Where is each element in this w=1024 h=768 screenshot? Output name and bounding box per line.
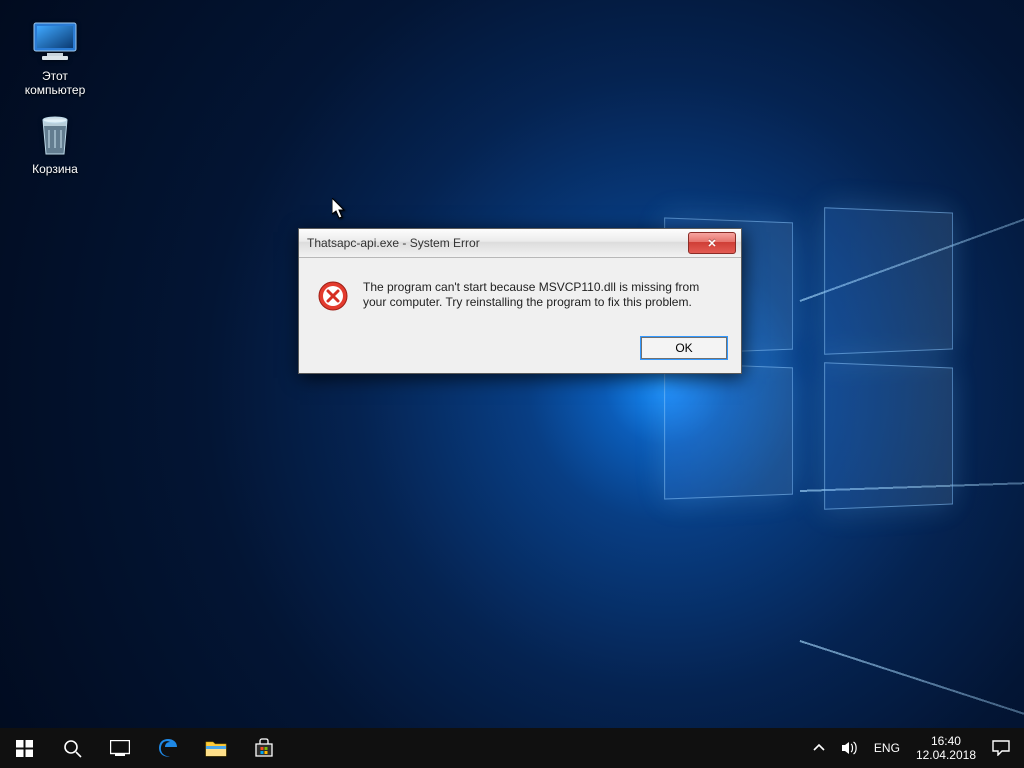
error-dialog: Thatsapc-api.exe - System Error ✕ The pr… — [298, 228, 742, 374]
mouse-cursor-icon — [332, 198, 348, 225]
chevron-up-icon — [813, 742, 825, 754]
speaker-icon — [841, 740, 858, 756]
dialog-title: Thatsapc-api.exe - System Error — [307, 236, 480, 250]
clock-date: 12.04.2018 — [916, 748, 976, 762]
recycle-bin-icon — [31, 111, 79, 159]
computer-icon — [31, 18, 79, 66]
language-label: ENG — [874, 741, 900, 755]
action-center-button[interactable] — [984, 728, 1018, 768]
notification-icon — [992, 740, 1010, 756]
close-icon: ✕ — [707, 237, 716, 250]
desktop-icon-label: Этот компьютер — [25, 69, 86, 97]
edge-button[interactable] — [144, 728, 192, 768]
system-tray: ENG 16:40 12.04.2018 — [805, 728, 1024, 768]
search-icon — [63, 739, 82, 758]
clock[interactable]: 16:40 12.04.2018 — [908, 728, 984, 768]
task-view-button[interactable] — [96, 728, 144, 768]
file-explorer-button[interactable] — [192, 728, 240, 768]
language-indicator[interactable]: ENG — [866, 728, 908, 768]
folder-icon — [205, 739, 227, 757]
start-button[interactable] — [0, 728, 48, 768]
task-view-icon — [110, 740, 130, 756]
windows-logo-icon — [16, 740, 33, 757]
desktop-icon-label: Корзина — [32, 162, 78, 176]
error-icon — [317, 280, 349, 317]
desktop[interactable]: Этот компьютер Корзина Thatsapc-api.exe … — [0, 0, 1024, 768]
search-button[interactable] — [48, 728, 96, 768]
taskbar: ENG 16:40 12.04.2018 — [0, 728, 1024, 768]
store-icon — [254, 738, 274, 758]
close-button[interactable]: ✕ — [688, 232, 736, 254]
edge-icon — [157, 737, 179, 759]
desktop-icon-this-pc[interactable]: Этот компьютер — [10, 14, 100, 107]
store-button[interactable] — [240, 728, 288, 768]
ok-button[interactable]: OK — [641, 337, 727, 359]
dialog-titlebar[interactable]: Thatsapc-api.exe - System Error ✕ — [299, 229, 741, 258]
volume-button[interactable] — [833, 728, 866, 768]
clock-time: 16:40 — [916, 734, 976, 748]
desktop-icon-recycle-bin[interactable]: Корзина — [10, 107, 100, 186]
dialog-message: The program can't start because MSVCP110… — [363, 280, 723, 310]
tray-overflow-button[interactable] — [805, 728, 833, 768]
